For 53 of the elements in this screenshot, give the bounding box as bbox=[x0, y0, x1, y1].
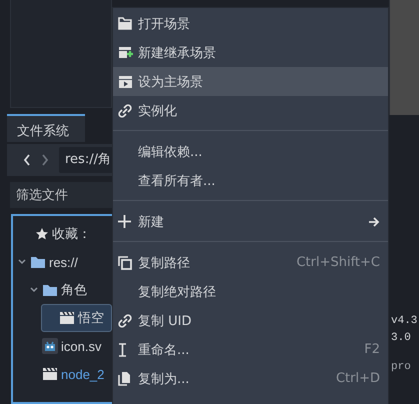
arrow-right-icon bbox=[369, 216, 380, 226]
tree-item[interactable]: res:// bbox=[13, 248, 112, 276]
menu-item[interactable]: 复制 UID bbox=[113, 306, 388, 335]
menu-item[interactable]: 复制为... Ctrl+D bbox=[113, 364, 388, 393]
dock-tab[interactable]: 文件系统 bbox=[7, 114, 85, 142]
shortcut-label: F2 bbox=[364, 342, 380, 357]
menu-item[interactable]: 复制路径 Ctrl+Shift+C bbox=[113, 248, 388, 277]
tree-item[interactable]: 角色 bbox=[13, 276, 112, 304]
output-line: v4.3 bbox=[391, 315, 418, 329]
clapperboard-icon bbox=[59, 311, 75, 325]
back-icon[interactable] bbox=[23, 154, 31, 166]
tree-item[interactable]: 收藏： bbox=[13, 220, 112, 248]
chevron-icon[interactable] bbox=[17, 257, 27, 267]
menu-item[interactable]: 新建 bbox=[113, 207, 388, 236]
chevron-icon[interactable] bbox=[29, 285, 39, 295]
menu-item[interactable]: 实例化 bbox=[113, 96, 388, 125]
filter-field[interactable]: 筛选文件 bbox=[10, 182, 112, 208]
menu-item[interactable]: 查看所有者... bbox=[113, 166, 388, 195]
text-cursor-icon bbox=[118, 342, 127, 356]
path-field[interactable]: res://角 bbox=[59, 147, 112, 173]
file-name: icon.sv bbox=[61, 338, 102, 354]
documents-icon bbox=[118, 372, 131, 386]
file-name: res:// bbox=[49, 254, 78, 270]
file-name: node_2 bbox=[61, 366, 104, 382]
tree-item[interactable]: icon.sv bbox=[13, 332, 112, 360]
clapperboard-plus-icon bbox=[118, 46, 133, 60]
link-icon bbox=[118, 104, 132, 118]
file-name: 收藏： bbox=[52, 225, 91, 243]
copy-icon bbox=[118, 256, 132, 270]
menu-item[interactable]: 设为主场景 bbox=[113, 67, 388, 96]
star-icon bbox=[35, 227, 49, 241]
output-line: 3.0 bbox=[391, 332, 412, 346]
clapperboard-icon bbox=[42, 367, 58, 381]
menu-item[interactable]: 打开场景 bbox=[113, 9, 388, 38]
menu-item[interactable]: 复制绝对路径 bbox=[113, 277, 388, 306]
folder-icon bbox=[42, 283, 58, 297]
folder-icon bbox=[118, 17, 132, 30]
link-icon bbox=[118, 314, 132, 328]
menu-item[interactable]: 重命名... F2 bbox=[113, 335, 388, 364]
file-name: 角色 bbox=[61, 281, 87, 299]
menu-item[interactable]: 编辑依赖... bbox=[113, 137, 388, 166]
output-line: pro bbox=[391, 361, 412, 375]
clapperboard-play-icon bbox=[118, 74, 133, 88]
tree-item[interactable]: node_2 bbox=[13, 360, 112, 388]
file-name: 悟空 bbox=[78, 309, 104, 327]
plus-icon bbox=[118, 215, 131, 228]
robot-icon bbox=[42, 338, 58, 354]
tree-item[interactable]: 悟空 bbox=[41, 304, 112, 332]
menu-item[interactable]: 新建继承场景 bbox=[113, 38, 388, 67]
forward-icon[interactable] bbox=[41, 154, 49, 166]
folder-icon bbox=[30, 255, 46, 269]
shortcut-label: Ctrl+D bbox=[336, 371, 380, 386]
shortcut-label: Ctrl+Shift+C bbox=[296, 255, 380, 270]
